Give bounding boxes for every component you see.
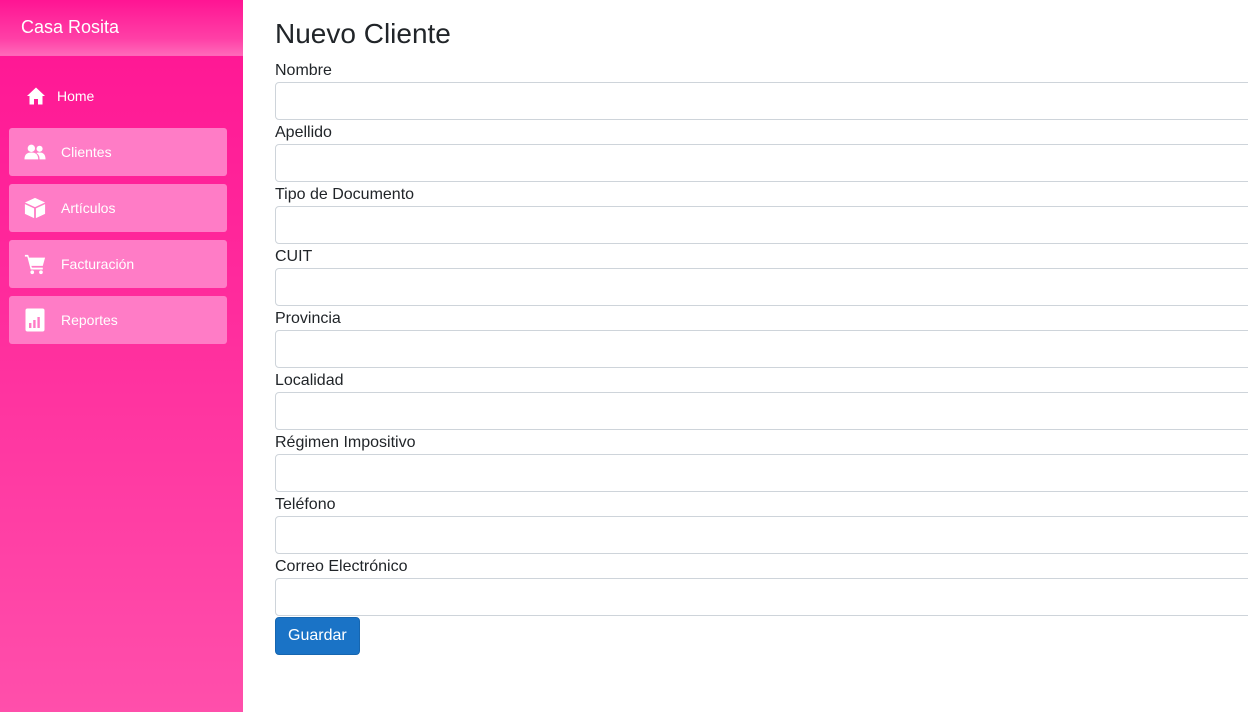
field-label: Nombre [275,62,332,79]
field-tipo-documento: Tipo de Documento [275,185,1248,247]
field-correo-electronico: Correo Electrónico [275,557,1248,619]
sidebar-item-label: Clientes [61,144,112,160]
field-label: Teléfono [275,496,336,513]
sidebar-item-clientes[interactable]: Clientes [9,128,227,176]
field-nombre: Nombre [275,61,1248,123]
users-icon [24,141,46,163]
telefono-input[interactable] [275,516,1248,554]
tipo-documento-input[interactable] [275,206,1248,244]
report-icon [24,308,46,332]
brand-bar: Casa Rosita [0,0,243,56]
field-label: Localidad [275,372,344,389]
client-form: Nombre Apellido Tipo de Documento CUIT P… [275,61,1248,619]
page-title: Nuevo Cliente [275,18,451,49]
localidad-input[interactable] [275,392,1248,430]
field-localidad: Localidad [275,371,1248,433]
sidebar-item-label: Facturación [61,256,135,272]
sidebar-item-label: Reportes [61,312,118,328]
sidebar: Casa Rosita Home Clientes Artículos Fact… [0,0,243,712]
sidebar-item-articulos[interactable]: Artículos [9,184,227,232]
nombre-input[interactable] [275,82,1248,120]
regimen-impositivo-input[interactable] [275,454,1248,492]
field-cuit: CUIT [275,247,1248,309]
field-label: Apellido [275,124,332,141]
sidebar-item-facturacion[interactable]: Facturación [9,240,227,288]
cart-icon [24,253,46,275]
save-button[interactable]: Guardar [275,617,360,655]
sidebar-nav: Home Clientes Artículos Facturación Repo… [9,72,227,352]
box-icon [24,197,46,219]
sidebar-item-reportes[interactable]: Reportes [9,296,227,344]
field-apellido: Apellido [275,123,1248,185]
brand-title[interactable]: Casa Rosita [21,17,119,38]
field-label: Tipo de Documento [275,186,415,203]
field-label: Correo Electrónico [275,558,408,575]
correo-electronico-input[interactable] [275,578,1248,616]
home-icon [25,85,47,107]
field-label: Régimen Impositivo [275,434,416,451]
field-provincia: Provincia [275,309,1248,371]
sidebar-item-label: Artículos [61,200,116,216]
field-label: CUIT [275,248,313,265]
field-regimen-impositivo: Régimen Impositivo [275,433,1248,495]
sidebar-item-home[interactable]: Home [9,72,227,120]
provincia-input[interactable] [275,330,1248,368]
cuit-input[interactable] [275,268,1248,306]
field-label: Provincia [275,310,341,327]
field-telefono: Teléfono [275,495,1248,557]
apellido-input[interactable] [275,144,1248,182]
sidebar-item-label: Home [57,88,95,104]
main-content: Nuevo Cliente Nombre Apellido Tipo de Do… [243,0,1248,712]
